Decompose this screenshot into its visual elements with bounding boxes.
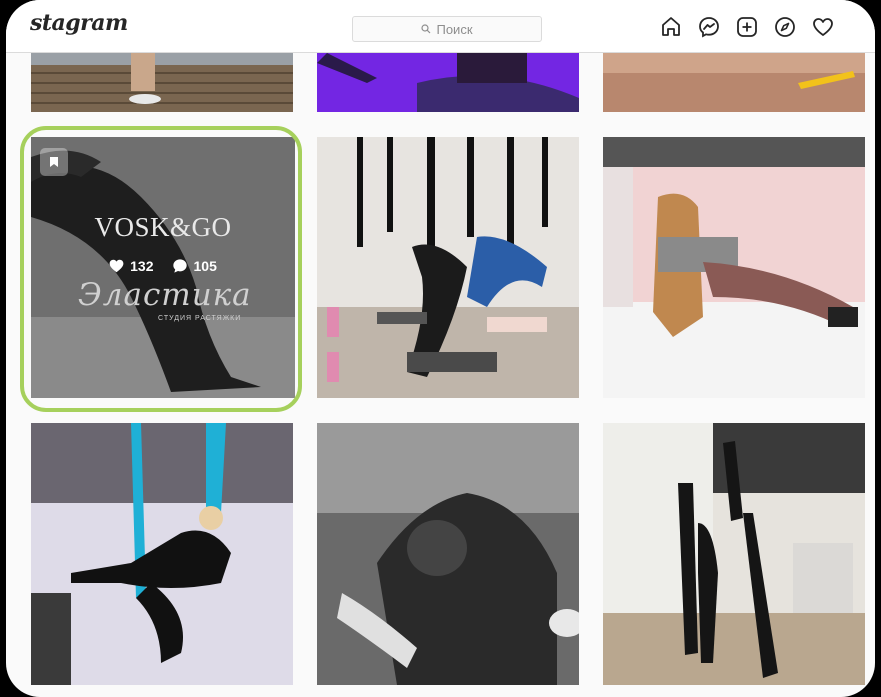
search-placeholder: Поиск bbox=[436, 21, 473, 37]
post-thumbnail[interactable] bbox=[31, 53, 293, 112]
post-brand-text: VOSK&GO bbox=[94, 212, 232, 242]
instagram-logo[interactable]: stagram bbox=[30, 10, 128, 36]
post-stats: 132 105 bbox=[31, 258, 295, 274]
top-nav-bar: stagram Поиск bbox=[6, 0, 875, 53]
bookmark-icon bbox=[50, 157, 58, 167]
comment-filled-icon bbox=[172, 259, 187, 273]
messenger-icon[interactable] bbox=[697, 15, 721, 39]
post-thumbnail[interactable] bbox=[603, 423, 865, 685]
post-subtitle: СТУДИЯ РАСТЯЖКИ bbox=[158, 315, 242, 322]
search-icon bbox=[421, 24, 431, 34]
explore-icon[interactable] bbox=[773, 15, 797, 39]
post-thumbnail[interactable] bbox=[603, 137, 865, 398]
comments-count: 105 bbox=[193, 258, 217, 274]
nav-icons bbox=[659, 15, 835, 39]
post-thumbnail[interactable] bbox=[317, 423, 579, 685]
likes-count: 132 bbox=[130, 258, 154, 274]
heart-icon[interactable] bbox=[811, 15, 835, 39]
search-input[interactable]: Поиск bbox=[352, 16, 542, 42]
home-icon[interactable] bbox=[659, 15, 683, 39]
saved-badge bbox=[40, 148, 68, 176]
post-thumbnail[interactable] bbox=[31, 423, 293, 685]
post-thumbnail[interactable] bbox=[603, 53, 865, 112]
likes-stat: 132 bbox=[109, 258, 154, 274]
post-script-title: Эластика bbox=[78, 277, 252, 313]
heart-filled-icon bbox=[109, 259, 124, 273]
post-thumbnail[interactable] bbox=[317, 53, 579, 112]
comments-stat: 105 bbox=[172, 258, 217, 274]
post-thumbnail[interactable] bbox=[317, 137, 579, 398]
app-window: stagram Поиск VOSK&GO 132 105 Эластика С… bbox=[6, 0, 875, 697]
new-post-icon[interactable] bbox=[735, 15, 759, 39]
